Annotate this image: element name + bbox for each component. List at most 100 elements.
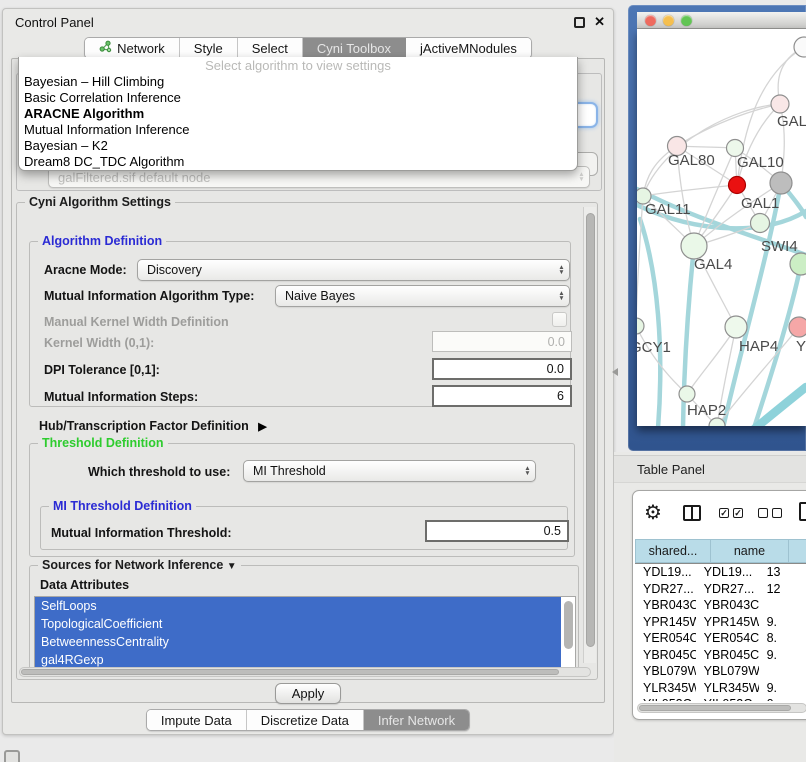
table-row[interactable]: YBR043CYBR043C bbox=[635, 597, 806, 614]
table-row[interactable]: YDR27...YDR27...12 bbox=[635, 581, 806, 598]
aracne-mode-label: Aracne Mode: bbox=[44, 263, 127, 277]
desktop-grip-icon bbox=[4, 750, 20, 762]
dropdown-item-bayesian-hill-climbing[interactable]: Bayesian – Hill Climbing bbox=[19, 74, 577, 90]
network-node-swi4[interactable] bbox=[790, 253, 806, 275]
settings-gear-icon[interactable]: ⚙ bbox=[644, 500, 662, 525]
table-cell: YER054C bbox=[696, 630, 759, 647]
tab-style[interactable]: Style bbox=[180, 38, 238, 58]
table-cell: 9. bbox=[759, 680, 806, 697]
horizontal-scroll-thumb[interactable] bbox=[21, 669, 559, 675]
column-header-name[interactable]: name bbox=[710, 539, 788, 563]
network-edge[interactable] bbox=[643, 104, 780, 196]
table-row[interactable]: YPR145WYPR145W9. bbox=[635, 614, 806, 631]
tab-label: Style bbox=[194, 41, 223, 56]
network-node-hap4[interactable] bbox=[725, 316, 747, 338]
hub-definition-expander[interactable]: Hub/Transcription Factor Definition ▶ bbox=[39, 419, 267, 433]
tab-label: Network bbox=[117, 41, 165, 56]
tab-network[interactable]: Network bbox=[85, 38, 180, 58]
table-cell: YIL052C bbox=[635, 696, 696, 701]
sources-group-title[interactable]: Sources for Network Inference ▼ bbox=[38, 558, 241, 572]
attribute-item-selfloops[interactable]: SelfLoops bbox=[35, 597, 561, 615]
settings-vertical-scrollbar[interactable] bbox=[583, 207, 596, 663]
select-none-icon[interactable] bbox=[758, 508, 782, 518]
network-node-y[interactable] bbox=[789, 317, 806, 337]
algorithm-dropdown-prompt: Select algorithm to view settings bbox=[19, 57, 577, 74]
network-node-gcy1[interactable] bbox=[637, 318, 644, 334]
dropdown-item-aracne-algorithm[interactable]: ARACNE Algorithm bbox=[19, 106, 577, 122]
kernel-width-field[interactable]: 0.0 bbox=[432, 331, 572, 352]
column-header-shared[interactable]: shared... bbox=[635, 539, 710, 563]
dropdown-item-bayesian-k2[interactable]: Bayesian – K2 bbox=[19, 138, 577, 154]
node-label: GAL bbox=[777, 113, 806, 130]
tab-label: Infer Network bbox=[378, 713, 455, 728]
mi-threshold-group-title: MI Threshold Definition bbox=[49, 499, 196, 513]
tab-infer-network[interactable]: Infer Network bbox=[364, 710, 469, 730]
tab-cyni-toolbox[interactable]: Cyni Toolbox bbox=[303, 38, 406, 58]
dropdown-item-basic-correlation-inference[interactable]: Basic Correlation Inference bbox=[19, 90, 577, 106]
network-edge[interactable] bbox=[677, 104, 780, 146]
table-row[interactable]: YDL19...YDL19...13 bbox=[635, 564, 806, 581]
dpi-tolerance-field[interactable]: 0.0 bbox=[432, 358, 572, 380]
table-cell: YPR145W bbox=[696, 614, 759, 631]
threshold-definition-title: Threshold Definition bbox=[38, 436, 168, 450]
tab-jactivemnodules[interactable]: jActiveMNodules bbox=[406, 38, 531, 58]
manual-kernel-checkbox[interactable] bbox=[552, 312, 567, 327]
mi-type-value: Naive Bayes bbox=[276, 289, 554, 303]
apply-button[interactable]: Apply bbox=[275, 683, 341, 704]
vertical-scroll-thumb[interactable] bbox=[586, 213, 595, 647]
table-row[interactable]: YBR045CYBR045C9. bbox=[635, 647, 806, 664]
network-edge[interactable] bbox=[637, 196, 643, 326]
float-window-icon[interactable] bbox=[574, 17, 585, 28]
manual-kernel-label: Manual Kernel Width Definition bbox=[44, 315, 229, 329]
attribute-item-topologicalcoefficient[interactable]: TopologicalCoefficient bbox=[35, 615, 561, 633]
attribute-item-gal4rgexp[interactable]: gal4RGexp bbox=[35, 651, 561, 668]
split-panel-icon[interactable] bbox=[683, 505, 701, 521]
mi-type-combobox[interactable]: Naive Bayes ▲▼ bbox=[275, 285, 570, 307]
table-scroll-thumb[interactable] bbox=[639, 705, 791, 711]
tab-impute-data[interactable]: Impute Data bbox=[147, 710, 247, 730]
close-traffic-light-icon[interactable] bbox=[645, 15, 656, 26]
data-attributes-list[interactable]: SelfLoopsTopologicalCoefficientBetweenne… bbox=[34, 596, 576, 668]
panel-splitter-handle[interactable] bbox=[612, 368, 618, 376]
table-row[interactable]: YIL052CYIL052C0 bbox=[635, 696, 806, 701]
select-all-checked-icon[interactable]: ✓✓ bbox=[719, 508, 743, 518]
table-cell: YBR045C bbox=[696, 647, 759, 664]
attribute-item-betweennesscentrality[interactable]: BetweennessCentrality bbox=[35, 633, 561, 651]
table-horizontal-scrollbar[interactable] bbox=[637, 703, 806, 713]
table-row[interactable]: YBL079WYBL079W bbox=[635, 663, 806, 680]
network-node-gal1[interactable] bbox=[751, 214, 770, 233]
table-cell: YLR345W bbox=[635, 680, 696, 697]
combobox-spinner-icon: ▲▼ bbox=[520, 466, 535, 476]
table-cell: YIL052C bbox=[696, 696, 759, 701]
aracne-mode-combobox[interactable]: Discovery ▲▼ bbox=[137, 259, 570, 281]
dropdown-item-mutual-information-inference[interactable]: Mutual Information Inference bbox=[19, 122, 577, 138]
network-canvas[interactable]: GALGAL80GAL10GAL1GAL11SWI4GAL4GCY1HAP4YH… bbox=[637, 29, 806, 426]
network-node[interactable] bbox=[729, 177, 746, 194]
network-node-gal[interactable] bbox=[771, 95, 789, 113]
list-scrollbar[interactable] bbox=[564, 601, 573, 649]
table-body[interactable]: YDL19...YDL19...13YDR27...YDR27...12YBR0… bbox=[635, 563, 806, 701]
table-row[interactable]: YLR345WYLR345W9. bbox=[635, 680, 806, 697]
node-label: GAL10 bbox=[737, 154, 784, 171]
network-edge[interactable] bbox=[643, 185, 737, 196]
table-row[interactable]: YER054CYER054C8. bbox=[635, 630, 806, 647]
network-node-hap2[interactable] bbox=[679, 386, 695, 402]
tab-discretize-data[interactable]: Discretize Data bbox=[247, 710, 364, 730]
column-header-col2[interactable] bbox=[788, 539, 806, 563]
mi-steps-field[interactable]: 6 bbox=[432, 385, 572, 407]
kernel-width-label: Kernel Width (0,1): bbox=[44, 336, 154, 350]
dropdown-item-dream8-dc-tdc-algorithm[interactable]: Dream8 DC_TDC Algorithm bbox=[19, 154, 577, 170]
network-window-titlebar[interactable] bbox=[637, 12, 806, 29]
table-toolbar: ⚙ ✓✓ bbox=[633, 491, 806, 537]
zoom-traffic-light-icon[interactable] bbox=[681, 15, 692, 26]
tab-label: Impute Data bbox=[161, 713, 232, 728]
which-threshold-combobox[interactable]: MI Threshold ▲▼ bbox=[243, 460, 536, 482]
network-node[interactable] bbox=[794, 37, 806, 57]
network-node[interactable] bbox=[770, 172, 792, 194]
settings-horizontal-scrollbar[interactable] bbox=[19, 667, 591, 677]
close-icon[interactable]: ✕ bbox=[594, 14, 605, 30]
new-table-icon[interactable] bbox=[799, 502, 806, 521]
tab-select[interactable]: Select bbox=[238, 38, 303, 58]
minimize-traffic-light-icon[interactable] bbox=[663, 15, 674, 26]
mi-threshold-field[interactable]: 0.5 bbox=[425, 520, 569, 542]
